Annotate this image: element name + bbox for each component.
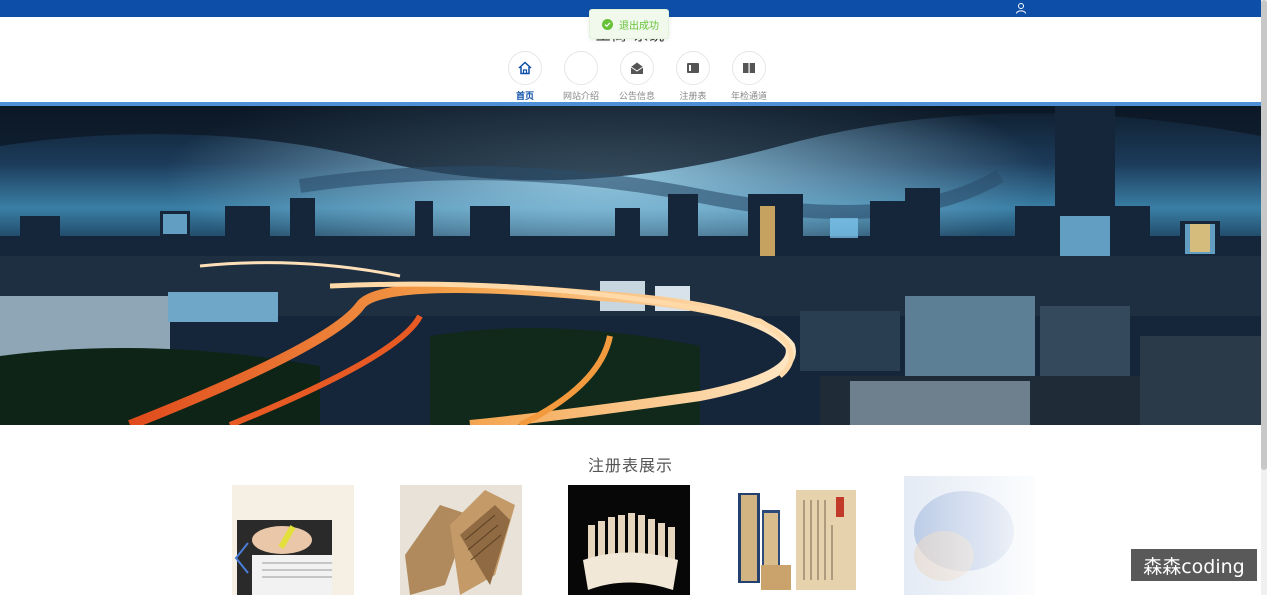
home-icon	[518, 61, 532, 75]
nav-label: 注册表	[679, 92, 707, 102]
scroll-thumb[interactable]	[1261, 0, 1267, 470]
book-icon	[743, 63, 755, 73]
nav-item-home[interactable]: 首页	[505, 51, 545, 102]
carousel-prev-arrow-icon[interactable]	[232, 540, 252, 576]
city-night-banner[interactable]	[0, 106, 1261, 425]
toast-message: 退出成功	[619, 20, 659, 32]
register-icon	[687, 63, 699, 73]
card-ancient-scrolls[interactable]	[400, 485, 522, 595]
page: 工商 系统 退出成功 首页 网站介绍	[0, 0, 1267, 595]
nav-label: 年检通道	[730, 92, 767, 102]
watermark: 森森coding	[1131, 549, 1257, 581]
section-title: 注册表展示	[587, 456, 673, 475]
nav-label: 首页	[515, 92, 534, 102]
thread-bound-books-image	[736, 485, 858, 595]
main-nav: 首页 网站介绍 公告信息 注册表 年检通道	[505, 51, 769, 102]
nav-item-register[interactable]: 注册表	[673, 51, 713, 102]
ancient-scrolls-image	[400, 485, 522, 595]
nav-item-intro[interactable]: 网站介绍	[561, 51, 601, 102]
banner-illustration	[0, 106, 1261, 425]
nav-item-notice[interactable]: 公告信息	[617, 51, 657, 102]
logout-toast: 退出成功	[589, 9, 669, 39]
user-icon[interactable]	[1015, 2, 1027, 14]
nav-label: 公告信息	[618, 92, 655, 102]
card-bamboo-slips[interactable]	[568, 485, 690, 595]
nav-label: 网站介绍	[562, 92, 599, 102]
scrollbar[interactable]	[1261, 0, 1267, 595]
nav-item-annual-check[interactable]: 年检通道	[729, 51, 769, 102]
mail-open-icon	[630, 62, 644, 74]
card-thread-bound-books[interactable]	[736, 485, 858, 595]
bamboo-slips-image	[568, 485, 690, 595]
check-circle-icon	[602, 18, 613, 30]
